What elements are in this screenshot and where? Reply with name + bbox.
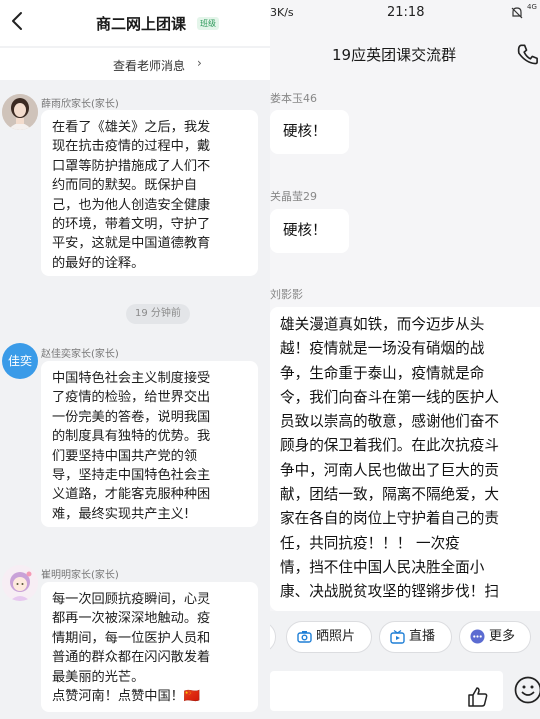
message-line: 普通的群众都在闪闪散发着	[52, 650, 211, 666]
partial-chip[interactable]	[270, 621, 276, 653]
left-chat-pane: 商二网上团课 班级 查看老师消息 › 薛雨欣家长(家长) 在看了《雄关》之后，我…	[0, 0, 270, 719]
phone-call-icon[interactable]	[515, 41, 540, 67]
message-line: 的环境，带着文明，守护了	[52, 217, 211, 233]
avatar[interactable]	[2, 94, 38, 130]
share-photos-button[interactable]: 晒照片	[286, 621, 372, 653]
message-line: 情期间，每一位医护人员和	[52, 630, 211, 646]
avatar[interactable]	[2, 565, 38, 601]
more-button[interactable]: 更多	[459, 621, 531, 653]
message-line: 每一次回顾抗疫瞬间，心灵	[52, 592, 211, 607]
message-line: 最美丽的光芒。	[52, 669, 145, 685]
message-line: 们要坚持中国共产党的领	[52, 448, 198, 464]
message-line: 越！疫情就是一场没有硝烟的战	[280, 340, 485, 358]
message-line: 的制度具有独特的优势。我	[52, 429, 211, 445]
group-title: 19应英团课交流群	[332, 46, 457, 64]
message-line: 家在各自的岗位上守护着自己的责	[280, 510, 499, 528]
composer	[270, 663, 540, 719]
message-line: 康、决战脱贫攻坚的铿锵步伐！扫	[280, 583, 499, 601]
message-line: 己，也为他人创造安全健康	[52, 197, 211, 213]
message-sender: 崔明明家长(家长)	[41, 570, 119, 581]
message-bubble[interactable]: 硬核！	[270, 209, 349, 253]
message-line: 雄关漫道真如铁，而今迈步从头	[280, 316, 485, 333]
message-line: 了疫情的检验，给世界交出	[52, 390, 211, 406]
right-chat-pane: 3K/s 21:18 4G 19应英团课交流群 娄本玉46 硬核！ 关晶莹29 …	[270, 0, 540, 719]
message-line: 情，挡不住中国人民决胜全面小	[280, 558, 485, 576]
message-sender: 刘影影	[270, 288, 303, 301]
message-line: 约而同的默契。既保护自	[52, 178, 198, 194]
message-sender: 赵佳奕家长(家长)	[41, 349, 119, 360]
message-input[interactable]	[270, 671, 503, 711]
more-label: 更多	[489, 629, 516, 644]
message-line: 争，生命重于泰山，疫情就是命	[280, 364, 485, 382]
cartoon-girl-avatar-icon	[2, 565, 38, 601]
network-speed: 3K/s	[270, 6, 294, 19]
message-line: 中国特色社会主义制度接受	[52, 371, 211, 386]
message-line: 义道路，才能客克服种种困	[52, 487, 211, 503]
camera-icon	[297, 631, 312, 643]
message-line: 口罩等防护措施成了人们不	[52, 158, 211, 174]
message-line: 难，最终实现共产主义!	[52, 506, 190, 522]
message-bubble[interactable]: 每一次回顾抗疫瞬间，心灵 都再一次被深深地触动。疫 情期间，每一位医护人员和 普…	[41, 582, 258, 712]
message-line: 现在抗击疫情的过程中，戴	[52, 139, 211, 155]
message-line: 令，我们向奋斗在第一线的医护人	[280, 388, 499, 406]
message-line: 一份完美的答卷，说明我国	[52, 409, 211, 425]
page-title: 商二网上团课	[96, 15, 187, 33]
teacher-messages-link[interactable]: 查看老师消息 ›	[0, 48, 270, 80]
message-line: 任，共同抗疫！！！ 一次疫	[280, 534, 460, 552]
message-bubble[interactable]: 硬核！	[270, 110, 349, 154]
message-line: 导，坚持走中国特色社会主	[52, 468, 211, 484]
class-badge: 班级	[197, 17, 219, 30]
message-line: 争中，河南人民也做出了巨大的贡	[280, 461, 499, 479]
message-line: 顾身的保卫着我们。在此次抗疫斗	[280, 437, 499, 455]
girl-photo-avatar-icon	[2, 94, 38, 130]
avatar[interactable]: 佳奕	[2, 343, 38, 379]
status-bar: 3K/s 21:18 4G	[270, 0, 540, 28]
message-line: 点赞河南！点赞中国！🇨🇳	[52, 689, 201, 705]
emoji-icon[interactable]	[513, 675, 540, 705]
message-sender: 关晶莹29	[270, 190, 317, 203]
quick-action-bar: 晒照片 直播 更多	[270, 611, 540, 663]
message-line: 的最好的诠释。	[52, 255, 145, 271]
thumbs-up-icon[interactable]	[466, 685, 490, 709]
message-sender: 薛雨欣家长(家长)	[41, 99, 119, 110]
mute-bell-icon	[511, 7, 523, 19]
message-bubble[interactable]: 在看了《雄关》之后，我发 现在抗击疫情的过程中，戴 口罩等防护措施成了人们不 约…	[41, 110, 258, 276]
chevron-right-icon: ›	[197, 56, 202, 70]
message-sender: 娄本玉46	[270, 92, 317, 105]
back-arrow-icon[interactable]	[8, 9, 28, 33]
network-type-label: 4G	[527, 3, 537, 11]
share-photos-label: 晒照片	[316, 629, 356, 644]
message-line: 献，团结一致，隔离不隔绝爱，大	[280, 486, 499, 504]
message-bubble[interactable]: 中国特色社会主义制度接受 了疫情的检验，给世界交出 一份完美的答卷，说明我国 的…	[41, 361, 258, 527]
live-tv-icon	[390, 629, 405, 644]
more-dots-icon	[470, 629, 485, 644]
message-line: 在看了《雄关》之后，我发	[52, 120, 211, 135]
message-bubble[interactable]: 雄关漫道真如铁，而今迈步从头 越！疫情就是一场没有硝烟的战 争，生命重于泰山，疫…	[270, 307, 540, 611]
live-label: 直播	[409, 629, 436, 644]
time-divider: 19 分钟前	[126, 304, 190, 324]
message-line: 平安，这就是中国道德教育	[52, 236, 211, 252]
message-line: 员致以崇高的敬意，感谢他们奋不	[280, 413, 499, 431]
live-button[interactable]: 直播	[379, 621, 452, 653]
left-header: 商二网上团课 班级	[0, 0, 270, 46]
message-line: 都再一次被深深地触动。疫	[52, 611, 211, 627]
status-time: 21:18	[387, 5, 425, 20]
teacher-messages-label: 查看老师消息	[113, 59, 186, 73]
